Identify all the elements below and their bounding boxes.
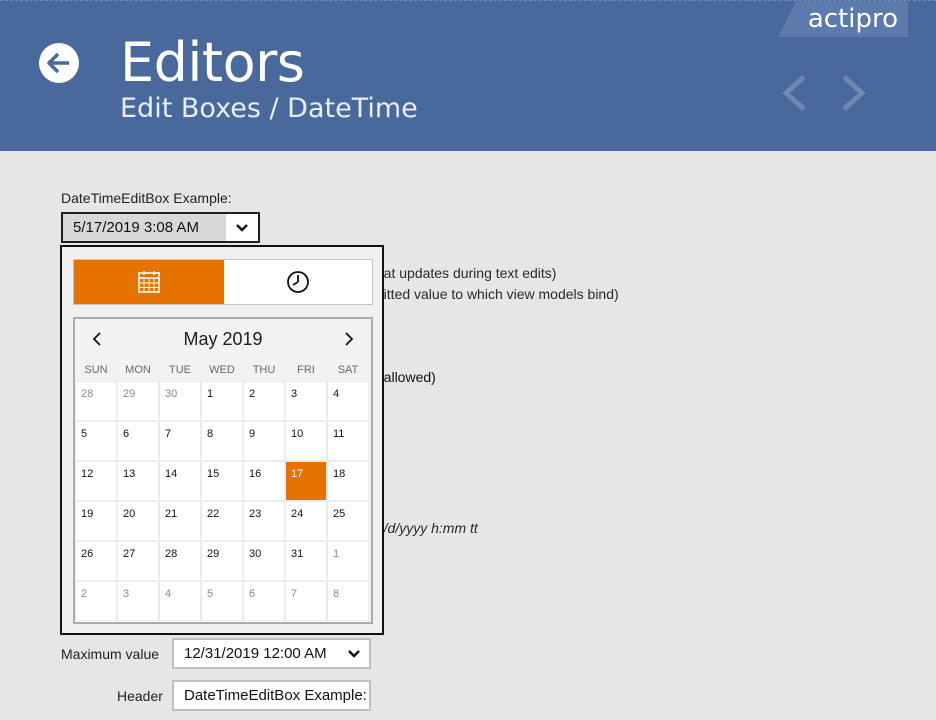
weekday-label: SUN — [84, 364, 108, 376]
day-cell[interactable]: 5 — [75, 421, 117, 461]
day-cell[interactable]: 12 — [75, 461, 117, 501]
day-cell[interactable]: 3 — [285, 381, 327, 421]
day-cell[interactable]: 27 — [117, 541, 159, 581]
day-cell[interactable]: 1 — [201, 381, 243, 421]
selected-day-cell[interactable]: 17 — [285, 461, 327, 501]
day-cell[interactable]: 15 — [201, 461, 243, 501]
day-cell[interactable]: 8 — [327, 581, 369, 621]
day-grid: 28 29 30 1 2 3 4 5 6 7 8 9 10 11 12 13 14 15 16 17 18 19 20 21 2… — [75, 381, 371, 621]
weekday-label: TUE — [169, 364, 191, 376]
day-cell[interactable]: 6 — [243, 581, 285, 621]
next-month-button[interactable] — [337, 327, 361, 351]
calendar-icon — [137, 271, 160, 293]
day-cell[interactable]: 19 — [75, 501, 117, 541]
chevron-down-icon — [236, 223, 248, 232]
maximum-value-input[interactable]: 12/31/2019 12:00 AM — [172, 638, 371, 669]
datetime-value[interactable]: 5/17/2019 3:08 AM — [73, 219, 199, 236]
day-cell[interactable]: 24 — [285, 501, 327, 541]
day-cell[interactable]: 7 — [159, 421, 201, 461]
example-label: DateTimeEditBox Example: — [61, 190, 232, 206]
day-cell[interactable]: 4 — [159, 581, 201, 621]
day-cell[interactable]: 7 — [285, 581, 327, 621]
clock-icon — [286, 271, 309, 293]
day-cell[interactable]: 16 — [243, 461, 285, 501]
day-cell[interactable]: 18 — [327, 461, 369, 501]
day-cell[interactable]: 30 — [243, 541, 285, 581]
arrow-left-icon — [47, 52, 69, 74]
chevron-down-icon — [348, 650, 360, 658]
page-subtitle: Edit Boxes / DateTime — [120, 93, 418, 124]
option-description: that updates during text edits) — [372, 265, 557, 281]
day-cell[interactable]: 30 — [159, 381, 201, 421]
weekday-label: THU — [252, 364, 276, 376]
page-title: Editors — [120, 31, 305, 94]
header-input[interactable]: DateTimeEditBox Example: — [172, 680, 371, 711]
dropdown-button[interactable] — [226, 214, 258, 241]
datetime-popup: May 2019 SUN MON TUE WED THU FRI SAT 28 29 30 1 2 3… — [60, 245, 384, 635]
calendar-header: May 2019 — [75, 319, 371, 359]
mode-toggle — [73, 259, 373, 305]
weekday-label: FRI — [297, 364, 315, 376]
weekday-label: SAT — [337, 364, 359, 376]
weekday-label: WED — [209, 364, 235, 376]
day-cell[interactable]: 8 — [201, 421, 243, 461]
day-cell[interactable]: 26 — [75, 541, 117, 581]
weekday-header: SUN MON TUE WED THU FRI SAT — [75, 359, 371, 381]
time-mode-button[interactable] — [223, 260, 372, 304]
header-label: Header — [117, 688, 163, 704]
day-cell[interactable]: 31 — [285, 541, 327, 581]
day-cell[interactable]: 3 — [117, 581, 159, 621]
chevron-right-icon — [345, 332, 354, 346]
option-description: mitted value to which view models bind) — [372, 286, 619, 302]
day-cell[interactable]: 23 — [243, 501, 285, 541]
calendar: May 2019 SUN MON TUE WED THU FRI SAT 28 29 30 1 2 3… — [73, 317, 373, 624]
day-cell[interactable]: 28 — [159, 541, 201, 581]
day-cell[interactable]: 29 — [117, 381, 159, 421]
month-year-label[interactable]: May 2019 — [75, 329, 371, 350]
format-pattern: M/d/yyyy h:mm tt — [372, 520, 478, 536]
maximum-value-text[interactable]: 12/31/2019 12:00 AM — [184, 645, 327, 662]
day-cell[interactable]: 2 — [75, 581, 117, 621]
previous-page-button[interactable] — [778, 73, 812, 113]
next-page-button[interactable] — [836, 73, 870, 113]
day-cell[interactable]: 25 — [327, 501, 369, 541]
datetime-edit-box[interactable]: 5/17/2019 3:08 AM — [61, 212, 260, 243]
day-cell[interactable]: 11 — [327, 421, 369, 461]
brand-logo-text: actipro — [807, 4, 898, 34]
brand-logo: actipro — [778, 1, 908, 37]
day-cell[interactable]: 10 — [285, 421, 327, 461]
day-cell[interactable]: 4 — [327, 381, 369, 421]
day-cell[interactable]: 20 — [117, 501, 159, 541]
day-cell[interactable]: 29 — [201, 541, 243, 581]
day-cell[interactable]: 6 — [117, 421, 159, 461]
app-header: Editors Edit Boxes / DateTime actipro — [0, 0, 936, 151]
day-cell[interactable]: 5 — [201, 581, 243, 621]
header-input-text[interactable]: DateTimeEditBox Example: — [184, 687, 367, 704]
back-button[interactable] — [39, 43, 79, 83]
day-cell[interactable]: 2 — [243, 381, 285, 421]
date-mode-button[interactable] — [74, 260, 224, 304]
chevron-left-icon — [782, 75, 806, 111]
day-cell[interactable]: 14 — [159, 461, 201, 501]
maximum-value-dropdown-button[interactable] — [343, 644, 365, 664]
maximum-value-label: Maximum value — [61, 646, 160, 662]
weekday-label: MON — [125, 364, 151, 376]
chevron-right-icon — [842, 75, 866, 111]
day-cell[interactable]: 22 — [201, 501, 243, 541]
day-cell[interactable]: 1 — [327, 541, 369, 581]
day-cell[interactable]: 9 — [243, 421, 285, 461]
day-cell[interactable]: 13 — [117, 461, 159, 501]
day-cell[interactable]: 21 — [159, 501, 201, 541]
day-cell[interactable]: 28 — [75, 381, 117, 421]
